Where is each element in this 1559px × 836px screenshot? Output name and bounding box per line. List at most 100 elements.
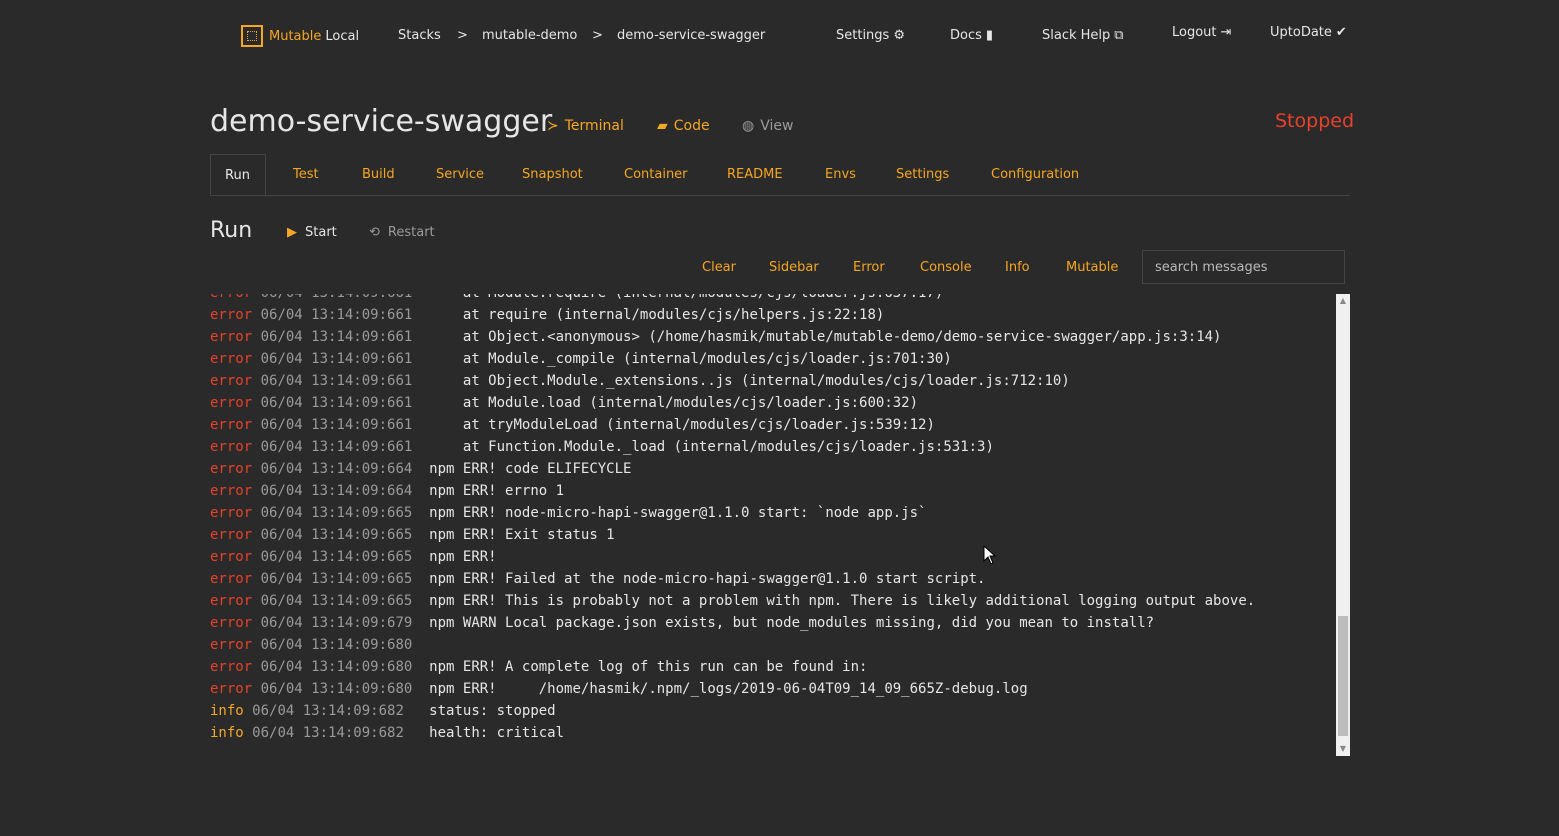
breadcrumb-separator: > [592, 28, 603, 43]
scroll-down-icon[interactable]: ▼ [1336, 742, 1350, 756]
check-icon: ✔ [1335, 25, 1347, 40]
tab-readme[interactable]: README [727, 154, 783, 195]
log-level: error [210, 571, 253, 587]
filter-console[interactable]: Console [920, 260, 972, 275]
log-timestamp: 06/04 13:14:09:661 [260, 417, 413, 433]
tab-test[interactable]: Test [293, 154, 319, 195]
page-title: demo-service-swagger [210, 104, 553, 139]
folder-open-icon: ▰ [657, 118, 668, 134]
tab-service[interactable]: Service [436, 154, 484, 195]
log-row: info 06/04 13:14:09:682 health: critical [210, 722, 1255, 744]
log-row: error 06/04 13:14:09:665 npm ERR! This i… [210, 590, 1255, 612]
log-row: error 06/04 13:14:09:661 at Module.requi… [210, 294, 1255, 304]
log-row: error 06/04 13:14:09:661 at tryModuleLoa… [210, 414, 1255, 436]
log-message: at require (internal/modules/cjs/helpers… [420, 307, 885, 323]
external-link-icon: ⧉ [1114, 28, 1124, 43]
log-timestamp: 06/04 13:14:09:679 [260, 615, 413, 631]
filter-error[interactable]: Error [853, 260, 885, 275]
log-timestamp: 06/04 13:14:09:664 [260, 483, 413, 499]
log-scrollbar[interactable]: ▲ ▼ [1336, 294, 1350, 756]
log-timestamp: 06/04 13:14:09:665 [260, 505, 413, 521]
scroll-up-icon[interactable]: ▲ [1336, 294, 1350, 308]
slack-help-label: Slack Help [1042, 28, 1111, 43]
log-level: info [210, 703, 244, 719]
breadcrumb-separator: > [457, 28, 468, 43]
log-timestamp: 06/04 13:14:09:682 [252, 703, 404, 719]
filter-info[interactable]: Info [1005, 260, 1030, 275]
log-message: health: critical [412, 725, 565, 741]
service-tabs: Run Test Build Service Snapshot Containe… [210, 154, 1350, 196]
log-timestamp: 06/04 13:14:09:661 [260, 351, 413, 367]
brand-accent: Mutable [269, 28, 322, 44]
log-row: error 06/04 13:14:09:665 npm ERR! Exit s… [210, 524, 1255, 546]
log-row: error 06/04 13:14:09:661 at Object.Modul… [210, 370, 1255, 392]
filter-mutable[interactable]: Mutable [1066, 260, 1118, 275]
tab-envs[interactable]: Envs [825, 154, 856, 195]
log-level: error [210, 549, 253, 565]
start-button[interactable]: ▶ Start [287, 225, 337, 240]
uptodate-indicator: UptoDate ✔ [1270, 25, 1347, 40]
run-heading: Run [210, 218, 253, 243]
log-level: error [210, 329, 253, 345]
service-status: Stopped [1275, 110, 1355, 132]
tab-build[interactable]: Build [362, 154, 395, 195]
log-level: error [210, 593, 253, 609]
log-level: error [210, 294, 252, 301]
play-icon: ▶ [287, 225, 297, 240]
terminal-button[interactable]: ≻ Terminal [547, 118, 624, 134]
mouse-cursor-icon [983, 545, 997, 565]
breadcrumb-stacks[interactable]: Stacks [398, 28, 441, 43]
log-row: error 06/04 13:14:09:661 at Function.Mod… [210, 436, 1255, 458]
globe-icon: ◍ [742, 118, 755, 134]
log-message: at tryModuleLoad (internal/modules/cjs/l… [420, 417, 935, 433]
log-timestamp: 06/04 13:14:09:680 [260, 659, 413, 675]
tab-run[interactable]: Run [210, 154, 266, 195]
tab-container[interactable]: Container [624, 154, 688, 195]
docs-label: Docs [950, 28, 982, 43]
log-message: npm ERR! [420, 549, 497, 565]
logout-link[interactable]: Logout ⇥ [1172, 25, 1231, 40]
log-timestamp: 06/04 13:14:09:665 [260, 527, 413, 543]
log-message: at Object.<anonymous> (/home/hasmik/muta… [420, 329, 1222, 345]
settings-label: Settings [836, 28, 890, 43]
log-timestamp: 06/04 13:14:09:665 [260, 549, 413, 565]
filter-clear[interactable]: Clear [702, 260, 736, 275]
log-message: npm ERR! This is probably not a problem … [420, 593, 1256, 609]
tab-snapshot[interactable]: Snapshot [522, 154, 583, 195]
code-button[interactable]: ▰ Code [657, 118, 710, 134]
log-timestamp: 06/04 13:14:09:661 [260, 329, 413, 345]
log-level: error [210, 527, 253, 543]
log-message: npm ERR! node-micro-hapi-swagger@1.1.0 s… [420, 505, 927, 521]
restart-label: Restart [387, 225, 435, 240]
brand-logo-link[interactable]: Mutable Local [241, 25, 359, 47]
scrollbar-thumb[interactable] [1338, 616, 1348, 736]
breadcrumb-mutable-demo[interactable]: mutable-demo [482, 28, 577, 43]
brand-rest: Local [325, 28, 360, 44]
search-messages-input[interactable] [1142, 250, 1345, 284]
log-level: error [210, 439, 253, 455]
docs-link[interactable]: Docs ▮ [950, 28, 993, 43]
log-timestamp: 06/04 13:14:09:680 [260, 637, 413, 653]
view-label: View [760, 118, 794, 134]
log-message: at Object.Module._extensions..js (intern… [420, 373, 1070, 389]
log-level: error [210, 483, 253, 499]
terminal-label: Terminal [564, 118, 624, 134]
slack-help-link[interactable]: Slack Help ⧉ [1042, 28, 1124, 43]
restart-button[interactable]: ⟲ Restart [369, 225, 435, 240]
tab-settings[interactable]: Settings [896, 154, 949, 195]
start-label: Start [305, 225, 337, 240]
log-row: error 06/04 13:14:09:680 npm ERR! /home/… [210, 678, 1255, 700]
log-level: error [210, 505, 253, 521]
filter-sidebar[interactable]: Sidebar [769, 260, 819, 275]
view-button[interactable]: ◍ View [742, 118, 793, 134]
tab-configuration[interactable]: Configuration [991, 154, 1079, 195]
log-message: npm ERR! /home/hasmik/.npm/_logs/2019-06… [420, 681, 1028, 697]
code-label: Code [673, 118, 710, 134]
log-row: error 06/04 13:14:09:664 npm ERR! code E… [210, 458, 1255, 480]
log-message: at Module.require (internal/modules/cjs/… [421, 294, 943, 301]
log-message: npm ERR! A complete log of this run can … [420, 659, 868, 675]
log-lines: error 06/04 13:14:09:661 at Module.requi… [210, 294, 1255, 744]
log-message: npm ERR! Exit status 1 [420, 527, 615, 543]
settings-link[interactable]: Settings ⚙ [836, 28, 905, 43]
log-message: npm WARN Local package.json exists, but … [420, 615, 1155, 631]
